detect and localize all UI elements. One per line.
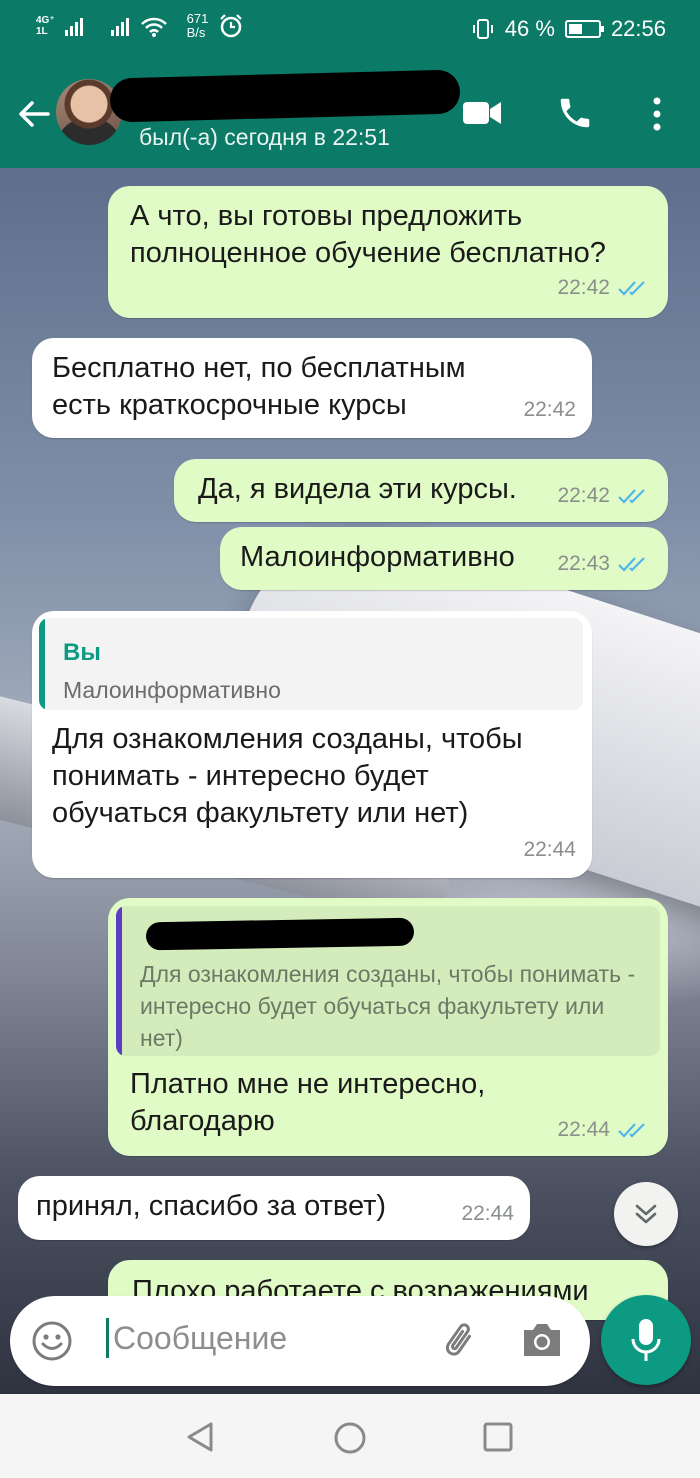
network-speed: 671 B/s	[186, 11, 209, 40]
message-time: 22:44	[461, 1202, 514, 1225]
clock: 22:56	[610, 16, 666, 41]
quoted-text: Для ознакомления созданы, чтобы понимать…	[140, 961, 636, 1051]
status-bar: 4G⁺ 1L 671 B/s 46 % 22:56	[0, 0, 700, 64]
last-seen-status[interactable]: был(-а) сегодня в 22:51	[139, 124, 390, 151]
alarm-icon	[220, 14, 243, 38]
message-time: 22:42	[557, 484, 610, 507]
message-outgoing[interactable]: А что, вы готовы предложить полноценное …	[108, 186, 668, 318]
signal-icon	[64, 16, 83, 36]
message-time: 22:44	[557, 1118, 610, 1141]
message-meta: 22:42	[557, 269, 650, 306]
vibrate-icon	[472, 19, 493, 39]
back-triangle-icon[interactable]	[183, 1420, 217, 1454]
battery-icon	[564, 20, 604, 38]
chat-area[interactable]: А что, вы готовы предложить полноценное …	[0, 168, 700, 1394]
message-meta: 22:42	[523, 391, 576, 428]
camera-icon[interactable]	[520, 1320, 564, 1360]
chat-header: был(-а) сегодня в 22:51	[0, 64, 700, 168]
message-meta: 22:44	[557, 1111, 650, 1148]
signal-icon-2	[110, 16, 129, 36]
home-circle-icon[interactable]	[332, 1420, 368, 1456]
arrow-left-icon[interactable]	[14, 94, 54, 134]
message-composer[interactable]: Сообщение	[10, 1296, 590, 1386]
message-outgoing-reply[interactable]: Для ознакомления созданы, чтобы понимать…	[108, 898, 668, 1156]
read-ticks-icon	[618, 280, 645, 296]
message-outgoing[interactable]: Да, я видела эти курсы. 22:42	[174, 459, 668, 522]
phone-icon[interactable]	[556, 94, 594, 132]
redacted-quote-author	[145, 917, 415, 951]
read-ticks-icon	[618, 556, 645, 572]
battery-percent: 46 %	[504, 16, 555, 41]
message-time: 22:42	[523, 398, 576, 421]
double-chevron-down-icon	[635, 1204, 657, 1224]
read-ticks-icon	[618, 488, 645, 504]
message-text: Да, я видела эти курсы.	[198, 473, 517, 505]
quoted-text: Малоинформативно	[63, 677, 281, 703]
recents-square-icon[interactable]	[482, 1421, 514, 1453]
wifi-icon	[140, 17, 167, 37]
message-meta: 22:44	[523, 831, 576, 868]
microphone-icon	[631, 1319, 661, 1361]
message-meta: 22:44	[461, 1195, 514, 1232]
more-vertical-icon[interactable]	[650, 96, 664, 132]
message-text: принял, спасибо за ответ)	[36, 1190, 387, 1222]
message-incoming-reply[interactable]: Вы Малоинформативно Для ознакомления соз…	[32, 611, 592, 878]
paperclip-icon[interactable]	[438, 1318, 482, 1362]
quoted-message[interactable]: Вы Малоинформативно	[39, 618, 583, 710]
message-outgoing[interactable]: Малоинформативно 22:43	[220, 527, 668, 590]
voice-record-button[interactable]	[601, 1295, 691, 1385]
system-navigation-bar	[0, 1394, 700, 1478]
redacted-contact-name[interactable]	[109, 69, 461, 123]
quoted-author: Вы	[63, 639, 101, 666]
quoted-message[interactable]: Для ознакомления созданы, чтобы понимать…	[116, 906, 660, 1056]
message-text: А что, вы готовы предложить полноценное …	[130, 200, 606, 269]
message-time: 22:43	[557, 552, 610, 575]
message-meta: 22:42	[557, 477, 650, 514]
message-text: Платно мне не интересно, благодарю	[130, 1068, 486, 1137]
message-time: 22:44	[523, 838, 576, 861]
emoji-icon[interactable]	[30, 1319, 74, 1363]
message-input[interactable]: Сообщение	[106, 1318, 287, 1358]
message-incoming[interactable]: Бесплатно нет, по бесплатным есть кратко…	[32, 338, 592, 438]
message-text: Малоинформативно	[240, 541, 515, 573]
message-text: Для ознакомления созданы, чтобы понимать…	[52, 723, 523, 829]
read-ticks-icon	[618, 1122, 645, 1138]
video-call-icon[interactable]	[462, 98, 502, 128]
scroll-to-bottom-button[interactable]	[614, 1182, 678, 1246]
network-type: 4G⁺ 1L	[36, 15, 55, 37]
message-time: 22:42	[557, 276, 610, 299]
message-incoming[interactable]: принял, спасибо за ответ) 22:44	[18, 1176, 530, 1240]
message-meta: 22:43	[557, 545, 650, 582]
message-text: Бесплатно нет, по бесплатным есть кратко…	[52, 352, 466, 421]
